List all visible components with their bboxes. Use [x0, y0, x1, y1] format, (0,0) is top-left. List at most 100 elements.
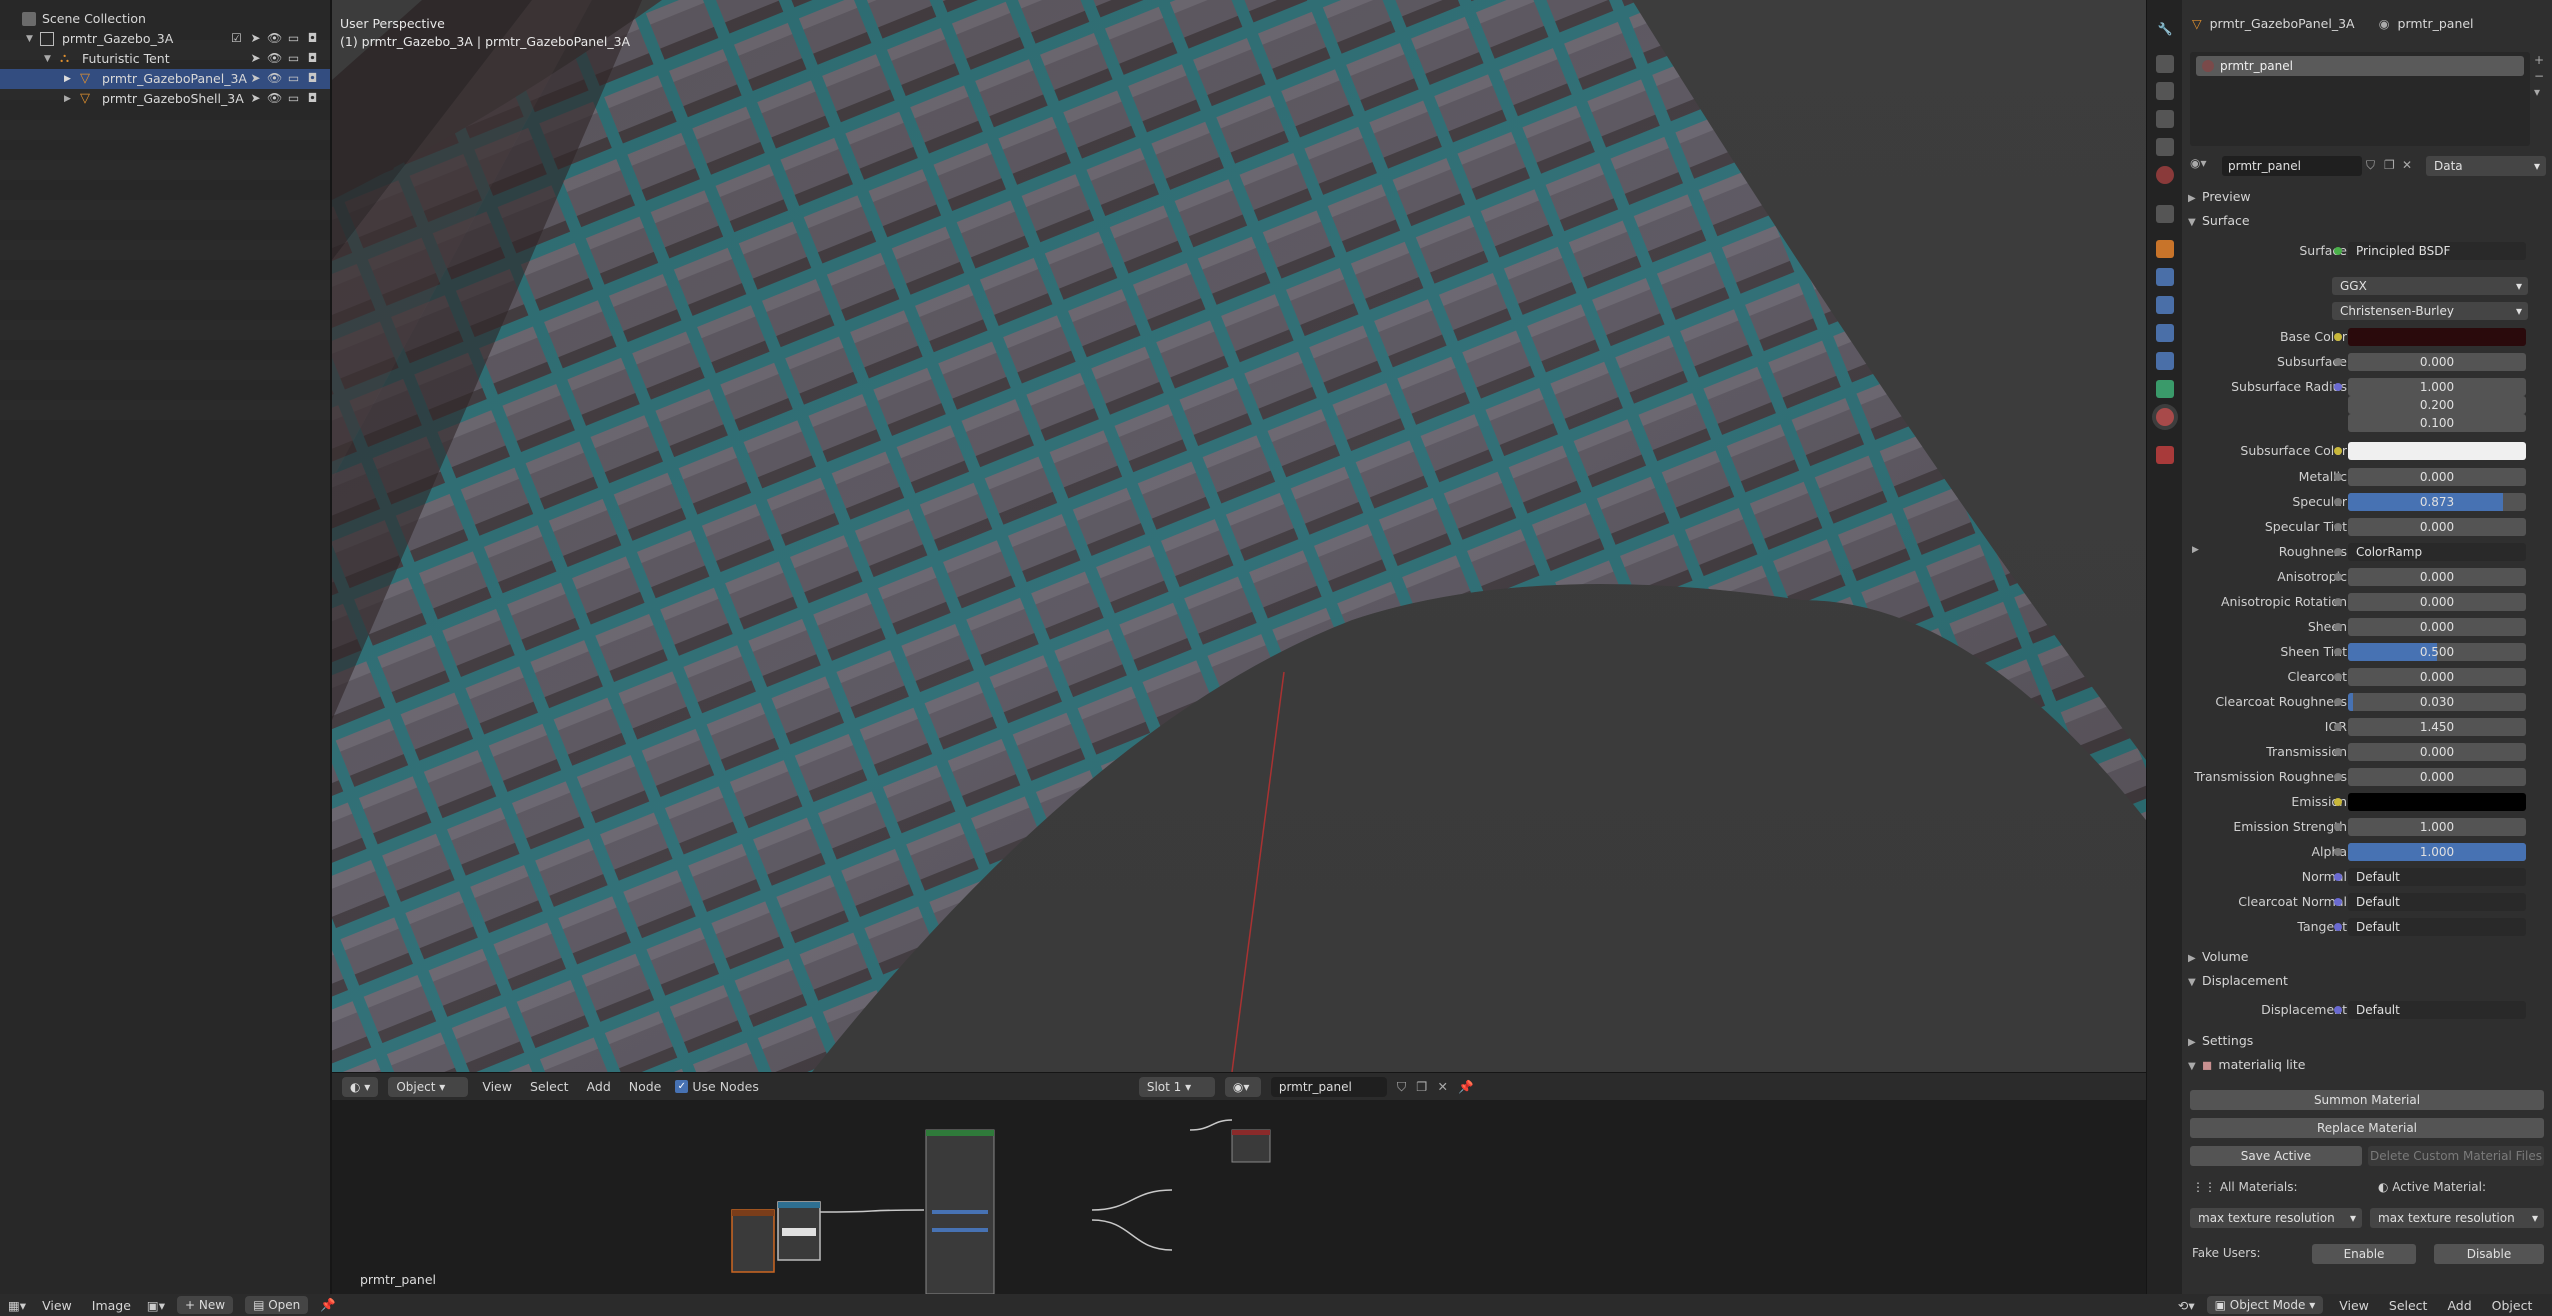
view-layer-icon[interactable] [2156, 110, 2174, 128]
subsurface-method-dropdown[interactable]: Christensen-Burley ▾ [2332, 302, 2528, 320]
unlink-icon[interactable]: ✕ [2402, 158, 2412, 172]
monitor-icon[interactable]: ▭ [286, 31, 301, 46]
expand-arrow-icon[interactable]: ▼ [26, 29, 33, 49]
expand-arrow-icon[interactable]: ▶ [64, 69, 71, 89]
output-icon[interactable] [2156, 82, 2174, 100]
metallic-field[interactable]: 0.000 [2348, 468, 2526, 486]
clearcoat-normal-field[interactable]: Default [2348, 893, 2526, 911]
3d-viewport[interactable] [332, 0, 2146, 1072]
emission-strength-field[interactable]: 1.000 [2348, 818, 2526, 836]
editor-type-icon[interactable]: ▦▾ [8, 1298, 26, 1313]
distribution-dropdown[interactable]: GGX ▾ [2332, 277, 2528, 295]
monitor-icon[interactable]: ▭ [286, 51, 301, 66]
volume-panel-header[interactable]: ▶ Volume [2188, 946, 2546, 968]
anisotropic-field[interactable]: 0.000 [2348, 568, 2526, 586]
subsurface-radius-z[interactable]: 0.100 [2348, 414, 2526, 432]
camera-icon[interactable]: ◘ [305, 71, 320, 86]
displacement-field[interactable]: Default [2348, 1001, 2526, 1019]
menu-image[interactable]: Image [88, 1298, 135, 1313]
camera-icon[interactable]: ◘ [305, 51, 320, 66]
slot-list-controls[interactable]: + − ▾ [2534, 52, 2544, 100]
open-image-button[interactable]: ▤ Open [245, 1296, 309, 1314]
image-browse-icon[interactable]: ▣▾ [147, 1298, 165, 1313]
camera-icon[interactable]: ◘ [305, 31, 320, 46]
material-icon[interactable] [2156, 408, 2174, 426]
emission-color-swatch[interactable] [2348, 793, 2526, 811]
summon-material-button[interactable]: Summon Material [2190, 1090, 2544, 1110]
object-mode-dropdown[interactable]: Object ▾ [388, 1076, 469, 1097]
max-res-dropdown-active[interactable]: max texture resolution ▾ [2370, 1208, 2544, 1228]
checkbox-icon[interactable]: ☑ [229, 31, 244, 46]
outliner-item-futuristic-tent[interactable]: ▼ ⛬ Futuristic Tent ➤ 👁 ▭ ◘ [0, 49, 330, 69]
scene-collection-row[interactable]: Scene Collection [0, 9, 330, 29]
scene-icon[interactable] [2156, 138, 2174, 156]
roughness-link-field[interactable]: ColorRamp [2348, 543, 2526, 561]
fake-user-icon[interactable]: ⛉ [2366, 158, 2375, 173]
world-icon[interactable] [2156, 166, 2174, 184]
pin-icon[interactable]: 📌 [320, 1297, 336, 1313]
particles-icon[interactable] [2156, 296, 2174, 314]
subsurface-field[interactable]: 0.000 [2348, 353, 2526, 371]
enable-fake-users-button[interactable]: Enable [2312, 1244, 2416, 1264]
material-name-field[interactable]: prmtr_panel [1270, 1076, 1387, 1097]
base-color-swatch[interactable] [2348, 328, 2526, 346]
select-arrow-icon[interactable]: ➤ [248, 71, 263, 86]
sheen-tint-slider[interactable]: 0.500 [2348, 643, 2526, 661]
editor-type-icon[interactable]: ⟲▾ [2178, 1298, 2195, 1313]
physics-icon[interactable] [2156, 324, 2174, 342]
transmission-roughness-field[interactable]: 0.000 [2348, 768, 2526, 786]
eye-icon[interactable]: 👁 [267, 71, 282, 86]
new-image-button[interactable]: + New [177, 1296, 234, 1314]
modifier-icon[interactable] [2156, 268, 2174, 286]
duplicate-icon[interactable]: ❐ [1416, 1079, 1427, 1094]
link-dropdown[interactable]: Data ▾ [2426, 156, 2546, 176]
monitor-icon[interactable]: ▭ [286, 71, 301, 86]
eye-icon[interactable]: 👁 [267, 91, 282, 106]
menu-view[interactable]: View [38, 1298, 76, 1313]
material-name-field[interactable]: prmtr_panel [2222, 156, 2362, 176]
menu-add[interactable]: Add [583, 1079, 615, 1094]
texture-icon[interactable] [2156, 446, 2174, 464]
duplicate-icon[interactable]: ❐ [2384, 158, 2395, 172]
material-slot-item[interactable]: prmtr_panel [2196, 56, 2524, 76]
use-nodes-checkbox[interactable]: ✓ Use Nodes [675, 1079, 759, 1094]
settings-panel-header[interactable]: ▶ Settings [2188, 1030, 2546, 1052]
tangent-field[interactable]: Default [2348, 918, 2526, 936]
replace-material-button[interactable]: Replace Material [2190, 1118, 2544, 1138]
outliner-item-panel[interactable]: ▶ ▽ prmtr_GazeboPanel_3A ➤ 👁 ▭ ◘ [0, 69, 330, 89]
menu-node[interactable]: Node [625, 1079, 666, 1094]
clearcoat-field[interactable]: 0.000 [2348, 668, 2526, 686]
surface-panel-header[interactable]: ▼ Surface [2188, 210, 2546, 232]
unlink-icon[interactable]: ✕ [1437, 1079, 1447, 1094]
delete-custom-button[interactable]: Delete Custom Material Files [2368, 1146, 2544, 1166]
menu-select[interactable]: Select [2385, 1298, 2432, 1313]
addon-panel-header[interactable]: ▼ ◼ materialiq lite [2188, 1054, 2546, 1076]
material-slot-list[interactable]: prmtr_panel [2190, 52, 2530, 146]
monitor-icon[interactable]: ▭ [286, 91, 301, 106]
eye-icon[interactable]: 👁 [267, 51, 282, 66]
expand-arrow-icon[interactable]: ▶ [64, 89, 71, 109]
object-icon[interactable] [2156, 240, 2174, 258]
transmission-field[interactable]: 0.000 [2348, 743, 2526, 761]
expand-arrow-icon[interactable]: ▼ [44, 49, 51, 69]
menu-object[interactable]: Object [2488, 1298, 2537, 1313]
normal-field[interactable]: Default [2348, 868, 2526, 886]
select-arrow-icon[interactable]: ➤ [248, 31, 263, 46]
menu-view[interactable]: View [2335, 1298, 2373, 1313]
displacement-panel-header[interactable]: ▼ Displacement [2188, 970, 2546, 992]
material-browse-button[interactable]: ◉▾ [1224, 1076, 1261, 1097]
specular-slider[interactable]: 0.873 [2348, 493, 2526, 511]
alpha-slider[interactable]: 1.000 [2348, 843, 2526, 861]
surface-shader-field[interactable]: Principled BSDF [2348, 242, 2526, 260]
slot-dropdown[interactable]: Slot 1 ▾ [1138, 1076, 1215, 1097]
save-active-button[interactable]: Save Active [2190, 1146, 2362, 1166]
outliner-item-gazebo[interactable]: ▼ prmtr_Gazebo_3A ☑ ➤ 👁 ▭ ◘ [0, 29, 330, 49]
expand-arrow-icon[interactable]: ▶ [2192, 545, 2199, 555]
max-res-dropdown-all[interactable]: max texture resolution ▾ [2190, 1208, 2362, 1228]
object-mode-dropdown[interactable]: ▣ Object Mode ▾ [2206, 1296, 2324, 1314]
preview-panel-header[interactable]: ▶ Preview [2188, 186, 2546, 208]
node-editor[interactable] [332, 1100, 2146, 1294]
ior-field[interactable]: 1.450 [2348, 718, 2526, 736]
tool-icon[interactable]: 🔧 [2156, 20, 2174, 38]
data-icon[interactable] [2156, 380, 2174, 398]
